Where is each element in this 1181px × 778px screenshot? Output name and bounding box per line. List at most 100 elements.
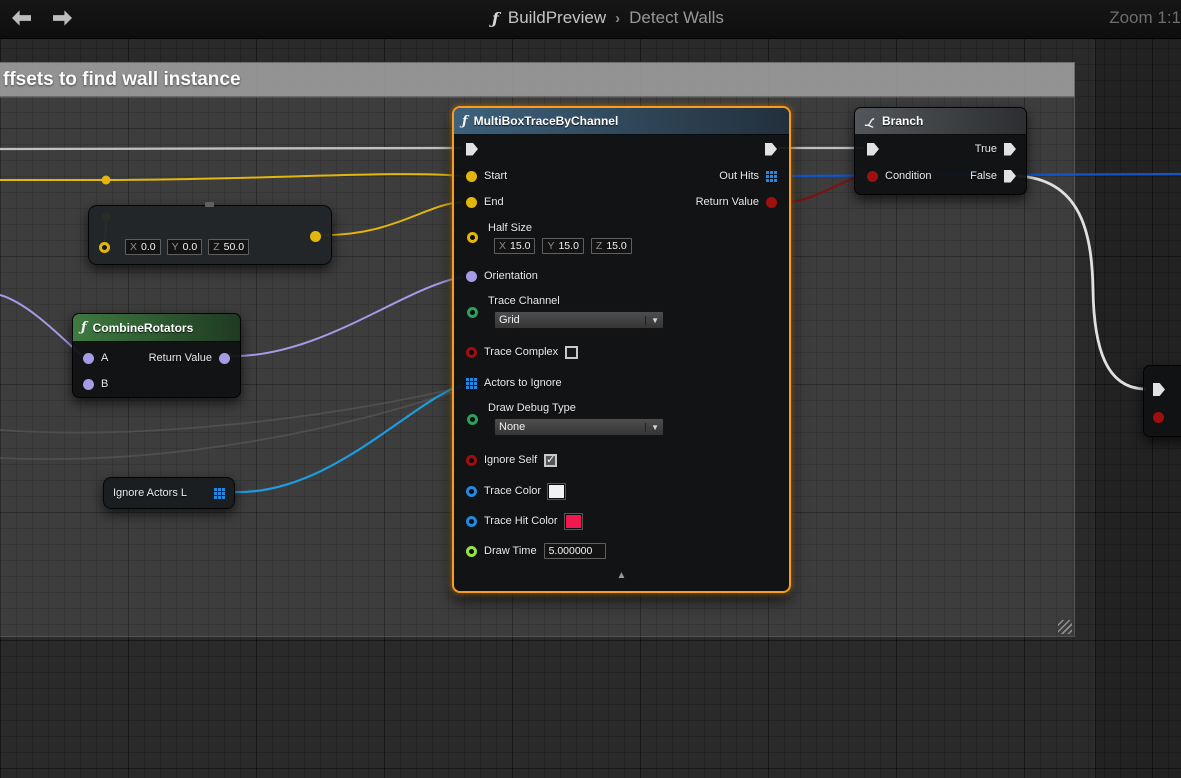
exec-out-pin[interactable]: [765, 143, 777, 156]
trace-hit-color-pin[interactable]: [466, 516, 477, 527]
ignore-actors-node[interactable]: Ignore Actors L: [103, 477, 235, 509]
comment-resize-handle[interactable]: [1058, 620, 1072, 634]
draw-time-pin[interactable]: [466, 546, 477, 557]
node-title: Branch: [882, 114, 923, 128]
chevron-down-icon: ▼: [645, 423, 659, 432]
comment-header[interactable]: ffsets to find wall instance: [0, 62, 1075, 97]
true-label: True: [975, 143, 997, 155]
y-label: Y: [172, 241, 179, 253]
false-label: False: [970, 170, 997, 182]
x-label: X: [499, 240, 506, 252]
z-label: Z: [213, 241, 219, 253]
trace-complex-pin[interactable]: [466, 347, 477, 358]
actors-to-ignore-label: Actors to Ignore: [484, 377, 562, 389]
return-value-label: Return Value: [149, 352, 212, 364]
vector-x-field[interactable]: X 0.0: [125, 239, 161, 255]
branch-icon: [863, 115, 876, 128]
ignore-self-checkbox[interactable]: ✓: [544, 454, 557, 467]
out-hits-label: Out Hits: [719, 170, 759, 182]
combine-rotators-node[interactable]: ƒ CombineRotators A Return Value B: [72, 313, 241, 398]
chevron-down-icon: ▼: [645, 316, 659, 325]
partial-node[interactable]: [1143, 365, 1181, 437]
combine-rotators-header[interactable]: ƒ CombineRotators: [73, 314, 240, 342]
array-output-pin[interactable]: [214, 488, 225, 499]
trace-color-swatch[interactable]: [548, 484, 565, 499]
half-size-pin[interactable]: [467, 232, 478, 243]
y-value: 0.0: [183, 241, 198, 253]
ignore-self-pin[interactable]: [466, 455, 477, 466]
half-size-y-field[interactable]: Y 15.0: [542, 238, 583, 254]
toolbar: ƒ BuildPreview › Detect Walls Zoom 1:1: [0, 0, 1181, 39]
draw-debug-type-pin[interactable]: [467, 414, 478, 425]
multibox-trace-node[interactable]: ƒ MultiBoxTraceByChannel Start Out Hits: [452, 106, 791, 593]
vector-z-field[interactable]: Z 50.0: [208, 239, 249, 255]
y-label: Y: [547, 240, 554, 252]
vector-y-field[interactable]: Y 0.0: [167, 239, 203, 255]
draw-debug-type-dropdown[interactable]: None ▼: [494, 418, 664, 436]
exec-in-pin[interactable]: [466, 143, 478, 156]
draw-debug-type-label: Draw Debug Type: [488, 402, 576, 414]
trace-hit-color-swatch[interactable]: [565, 514, 582, 529]
blueprint-canvas[interactable]: ffsets to find wall instance X 0.0: [0, 0, 1181, 778]
comment-title: ffsets to find wall instance: [0, 69, 241, 91]
x-value: 0.0: [141, 241, 156, 253]
b-pin[interactable]: [83, 379, 94, 390]
nav-arrows: [12, 10, 72, 26]
actors-to-ignore-array-pin[interactable]: [466, 378, 477, 389]
half-size-z-field[interactable]: Z 15.0: [591, 238, 632, 254]
out-hits-array-pin[interactable]: [766, 171, 777, 182]
true-exec-pin[interactable]: [1004, 143, 1016, 156]
orientation-label: Orientation: [484, 270, 538, 282]
branch-node[interactable]: Branch True Condition False: [854, 107, 1027, 195]
false-exec-pin[interactable]: [1004, 170, 1016, 183]
ignore-actors-label: Ignore Actors L: [113, 487, 187, 499]
condition-pin[interactable]: [867, 171, 878, 182]
exec-in-pin[interactable]: [1153, 383, 1165, 396]
draw-time-value: 5.000000: [549, 545, 593, 557]
x-value: 15.0: [510, 240, 530, 252]
breadcrumb: ƒ BuildPreview › Detect Walls: [492, 8, 724, 28]
condition-label: Condition: [885, 170, 931, 182]
return-value-pin[interactable]: [219, 353, 230, 364]
y-value: 15.0: [558, 240, 578, 252]
a-pin[interactable]: [83, 353, 94, 364]
branch-header[interactable]: Branch: [855, 108, 1026, 135]
function-icon: ƒ: [462, 114, 468, 129]
trace-channel-dropdown[interactable]: Grid ▼: [494, 311, 664, 329]
trace-color-pin[interactable]: [466, 486, 477, 497]
breadcrumb-separator-icon: ›: [615, 10, 620, 27]
trace-color-label: Trace Color: [484, 485, 541, 497]
half-size-label: Half Size: [488, 222, 532, 234]
vector-input-pin[interactable]: [99, 242, 110, 253]
trace-channel-value: Grid: [499, 314, 520, 326]
vector-literal-node[interactable]: X 0.0 Y 0.0 Z 50.0: [88, 205, 332, 265]
return-value-label: Return Value: [696, 196, 759, 208]
forward-button[interactable]: [53, 10, 72, 26]
vector-output-pin[interactable]: [310, 231, 321, 242]
multibox-header[interactable]: ƒ MultiBoxTraceByChannel: [454, 108, 789, 135]
half-size-x-field[interactable]: X 15.0: [494, 238, 535, 254]
orientation-pin[interactable]: [466, 271, 477, 282]
breadcrumb-current: Detect Walls: [629, 8, 724, 28]
start-pin[interactable]: [466, 171, 477, 182]
breadcrumb-root[interactable]: BuildPreview: [508, 8, 606, 28]
bool-pin[interactable]: [1153, 412, 1164, 423]
return-value-pin[interactable]: [766, 197, 777, 208]
collapse-node-button[interactable]: ▲: [454, 570, 789, 581]
trace-channel-pin[interactable]: [467, 307, 478, 318]
back-button[interactable]: [12, 10, 31, 26]
a-label: A: [101, 352, 108, 364]
draw-time-field[interactable]: 5.000000: [544, 543, 606, 559]
trace-complex-checkbox[interactable]: [565, 346, 578, 359]
trace-hit-color-label: Trace Hit Color: [484, 515, 558, 527]
trace-complex-label: Trace Complex: [484, 346, 558, 358]
x-label: X: [130, 241, 137, 253]
exec-in-pin[interactable]: [867, 143, 879, 156]
node-title: CombineRotators: [93, 321, 194, 335]
ignore-self-label: Ignore Self: [484, 454, 537, 466]
end-label: End: [484, 196, 504, 208]
end-pin[interactable]: [466, 197, 477, 208]
draw-time-label: Draw Time: [484, 545, 537, 557]
trace-channel-label: Trace Channel: [488, 295, 560, 307]
node-title: MultiBoxTraceByChannel: [474, 114, 619, 128]
